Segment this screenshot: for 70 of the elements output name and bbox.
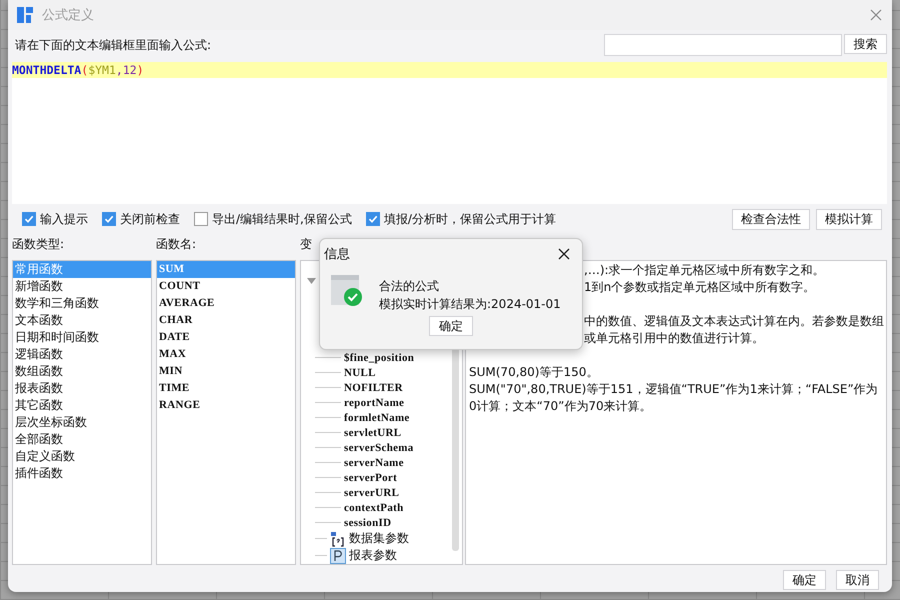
list-item[interactable]: 报表函数: [13, 380, 151, 397]
formula-prompt: 请在下面的文本编辑框里面输入公式:: [15, 36, 212, 54]
app-logo-icon: [16, 6, 34, 24]
tree-item[interactable]: contextPath: [344, 502, 404, 514]
toolbar-button[interactable]: 检查合法性: [732, 208, 810, 230]
tree-item[interactable]: NULL: [344, 366, 376, 378]
description-text: 1到n个参数或指定单元格区域中所有数字。: [584, 280, 816, 294]
dialog-button[interactable]: 确定: [783, 570, 826, 590]
parameter-icon: [330, 548, 346, 564]
list-item[interactable]: 数学和三角函数: [13, 295, 151, 312]
checkbox[interactable]: [194, 212, 208, 226]
list-item[interactable]: 文本函数: [13, 312, 151, 329]
tree-item[interactable]: NOFILTER: [344, 382, 403, 394]
list-item[interactable]: 层次坐标函数: [13, 414, 151, 431]
expand-arrow-icon[interactable]: [307, 278, 316, 284]
formula-editor[interactable]: MONTHDELTA($YM1,12): [12, 62, 887, 204]
list-item[interactable]: MIN: [157, 363, 295, 380]
list-heading: 函数名:: [156, 236, 196, 253]
tree-item[interactable]: serverName: [344, 456, 404, 468]
description-text: SUM("70",80,TRUE)等于151，逻辑值“TRUE”作为1来计算；“FALSE”作为0计算；文本“70”作为70来计算。: [469, 382, 878, 413]
description-text: 中的数值、逻辑值及文本表达式计算在内。若参数是数组: [584, 314, 884, 328]
tree-item[interactable]: 报表参数: [349, 547, 397, 564]
checkbox-label: 填报/分析时，保留公式用于计算: [384, 210, 556, 228]
list-item[interactable]: 其它函数: [13, 397, 151, 414]
close-icon[interactable]: [558, 248, 570, 260]
description-text: 或单元格引用中的数值进行计算。: [584, 331, 764, 345]
list-item[interactable]: 全部函数: [13, 431, 151, 448]
dataset-parameter-icon: [330, 530, 346, 546]
window-title: 公式定义: [42, 7, 95, 24]
tree-item[interactable]: formletName: [344, 412, 410, 424]
list-item[interactable]: TIME: [157, 380, 295, 397]
toolbar-button[interactable]: 模拟计算: [816, 208, 882, 230]
search-field[interactable]: [604, 34, 842, 56]
tree-item[interactable]: sessionID: [344, 516, 392, 528]
list-item[interactable]: COUNT: [157, 278, 295, 295]
description-text: SUM(70,80)等于150。: [469, 365, 598, 379]
list-item[interactable]: DATE: [157, 329, 295, 346]
message-text: 合法的公式: [379, 278, 440, 295]
checkbox[interactable]: [22, 212, 36, 226]
tree-item[interactable]: servletURL: [344, 426, 402, 438]
list-item[interactable]: CHAR: [157, 312, 295, 329]
list-item[interactable]: 插件函数: [13, 465, 151, 482]
tree-item[interactable]: reportName: [344, 396, 404, 408]
search-button[interactable]: 搜索: [844, 34, 887, 54]
success-icon: [331, 275, 363, 307]
tree-item[interactable]: serverSchema: [344, 442, 414, 454]
checkbox-label: 输入提示: [40, 210, 88, 228]
list-item[interactable]: 日期和时间函数: [13, 329, 151, 346]
checkbox[interactable]: [366, 212, 380, 226]
list-item[interactable]: MAX: [157, 346, 295, 363]
list-heading: 函数类型:: [12, 236, 64, 253]
list-item[interactable]: 自定义函数: [13, 448, 151, 465]
list-item[interactable]: 逻辑函数: [13, 346, 151, 363]
tree-item[interactable]: $fine_position: [344, 352, 414, 364]
message-title: 信息: [324, 246, 350, 263]
message-text: 模拟实时计算结果为:2024-01-01: [379, 296, 561, 313]
list-item[interactable]: 数组函数: [13, 363, 151, 380]
description-text: ,…):求一个指定单元格区域中所有数字之和。: [584, 263, 825, 277]
tree-item[interactable]: serverPort: [344, 472, 398, 484]
tree-item[interactable]: 数据集参数: [349, 530, 409, 547]
dialog-button[interactable]: 取消: [836, 570, 879, 590]
checkbox-label: 导出/编辑结果时,保留公式: [212, 210, 352, 228]
checkbox-label: 关闭前检查: [120, 210, 180, 228]
list-item[interactable]: AVERAGE: [157, 295, 295, 312]
checkbox[interactable]: [102, 212, 116, 226]
list-item[interactable]: RANGE: [157, 397, 295, 414]
tree-heading: 变: [300, 236, 312, 253]
ok-button[interactable]: 确定: [429, 316, 473, 336]
tree-item[interactable]: serverURL: [344, 486, 400, 498]
list-item[interactable]: 新增函数: [13, 278, 151, 295]
